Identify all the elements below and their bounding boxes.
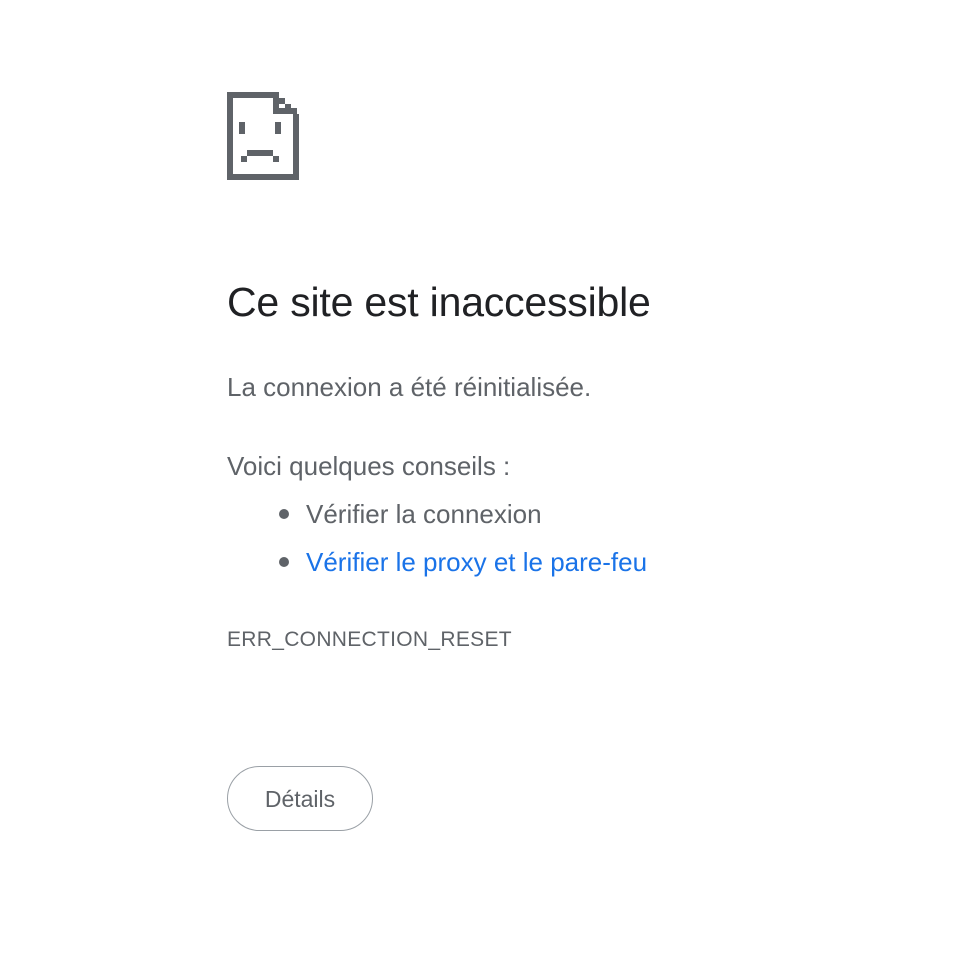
bullet-icon	[279, 509, 289, 519]
check-proxy-firewall-link[interactable]: Vérifier le proxy et le pare-feu	[306, 545, 647, 579]
bullet-icon	[279, 557, 289, 567]
sad-document-icon	[227, 92, 299, 180]
error-description: La connexion a été réinitialisée.	[227, 372, 592, 402]
suggestion-text: Vérifier la connexion	[306, 499, 542, 529]
details-button[interactable]: Détails	[227, 766, 373, 831]
page-title: Ce site est inaccessible	[227, 279, 651, 325]
error-code: ERR_CONNECTION_RESET	[227, 628, 512, 651]
suggestions-heading: Voici quelques conseils :	[227, 451, 511, 481]
